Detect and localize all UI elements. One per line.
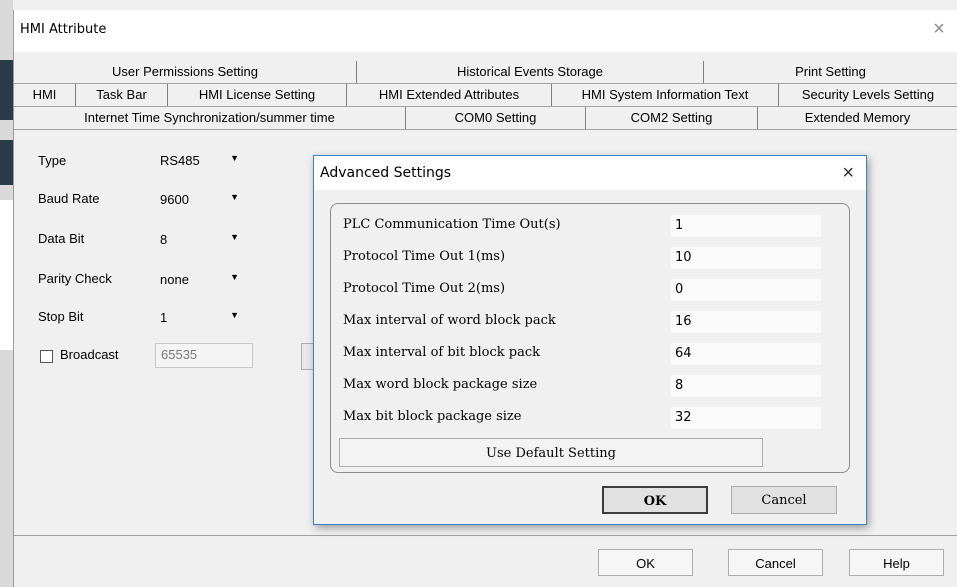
data-bit-select[interactable]: 8 ▼ [154,229,249,251]
background-dark-region [0,140,13,185]
tab-hmi-system-info[interactable]: HMI System Information Text [552,84,779,106]
parity-check-select[interactable]: none ▼ [154,269,249,291]
broadcast-label: Broadcast [60,347,119,362]
tab-row-2: HMI Task Bar HMI License Setting HMI Ext… [14,84,957,107]
advanced-dialog-title: Advanced Settings [320,165,452,181]
protocol-timeout-1-field[interactable]: 10 [671,247,821,269]
advanced-cancel-button[interactable]: Cancel [731,486,837,514]
bit-block-size-field[interactable]: 32 [671,407,821,429]
word-block-size-field[interactable]: 8 [671,375,821,397]
stop-bit-value: 1 [160,310,168,325]
tab-hmi-license[interactable]: HMI License Setting [168,84,347,106]
close-icon[interactable]: × [928,18,950,40]
title-bar: HMI Attribute × [14,10,957,52]
broadcast-address-field[interactable]: 65535 [155,343,253,368]
word-block-interval-field[interactable]: 16 [671,311,821,333]
tab-com0-setting[interactable]: COM0 Setting [406,107,586,129]
plc-timeout-label: PLC Communication Time Out(s) [343,217,561,232]
type-label: Type [38,153,67,168]
advanced-ok-button[interactable]: OK [602,486,708,514]
type-value: RS485 [160,153,200,168]
tab-hmi-extended[interactable]: HMI Extended Attributes [347,84,552,106]
help-button[interactable]: Help [849,549,944,576]
parity-check-value: none [160,272,189,287]
baud-rate-value: 9600 [160,192,189,207]
use-default-setting-button[interactable]: Use Default Setting [339,438,763,467]
chevron-down-icon: ▼ [230,153,239,163]
protocol-timeout-2-field[interactable]: 0 [671,279,821,301]
bit-block-interval-label: Max interval of bit block pack [343,345,541,360]
data-bit-value: 8 [160,232,168,247]
tab-row-3: Internet Time Synchronization/summer tim… [14,107,957,130]
cancel-button[interactable]: Cancel [728,549,823,576]
chevron-down-icon: ▼ [230,272,239,282]
tab-task-bar[interactable]: Task Bar [76,84,168,106]
advanced-title-bar: Advanced Settings × [314,156,866,190]
stop-bit-label: Stop Bit [38,309,84,324]
advanced-settings-group: PLC Communication Time Out(s) 1 Protocol… [330,203,850,473]
background-white-region [0,200,13,350]
tab-extended-memory[interactable]: Extended Memory [758,107,957,129]
ok-button[interactable]: OK [598,549,693,576]
data-bit-label: Data Bit [38,231,85,246]
word-block-size-label: Max word block package size [343,377,538,392]
bit-block-interval-field[interactable]: 64 [671,343,821,365]
parity-check-label: Parity Check [38,271,112,286]
tab-row-1: User Permissions Setting Historical Even… [14,61,957,84]
protocol-timeout-1-label: Protocol Time Out 1(ms) [343,249,506,264]
chevron-down-icon: ▼ [230,310,239,320]
protocol-timeout-2-label: Protocol Time Out 2(ms) [343,281,506,296]
tab-internet-time[interactable]: Internet Time Synchronization/summer tim… [14,107,406,129]
tab-com2-setting[interactable]: COM2 Setting [586,107,758,129]
baud-rate-label: Baud Rate [38,191,100,206]
tab-print-setting[interactable]: Print Setting [704,61,957,83]
advanced-settings-dialog: Advanced Settings × PLC Communication Ti… [313,155,867,525]
stop-bit-select[interactable]: 1 ▼ [154,307,249,329]
broadcast-checkbox[interactable] [40,350,53,363]
footer-divider [14,535,957,536]
dialog-title: HMI Attribute [20,22,107,37]
word-block-interval-label: Max interval of word block pack [343,313,556,328]
type-select[interactable]: RS485 ▼ [154,150,249,172]
chevron-down-icon: ▼ [230,192,239,202]
bit-block-size-label: Max bit block package size [343,409,522,424]
baud-rate-select[interactable]: 9600 ▼ [154,189,249,211]
background-dark-region [0,60,13,120]
plc-timeout-field[interactable]: 1 [671,215,821,237]
tab-security-levels[interactable]: Security Levels Setting [779,84,957,106]
tab-historical-events[interactable]: Historical Events Storage [357,61,704,83]
chevron-down-icon: ▼ [230,232,239,242]
tab-user-permissions[interactable]: User Permissions Setting [14,61,357,83]
tab-hmi[interactable]: HMI [14,84,76,106]
close-icon[interactable]: × [842,162,854,185]
